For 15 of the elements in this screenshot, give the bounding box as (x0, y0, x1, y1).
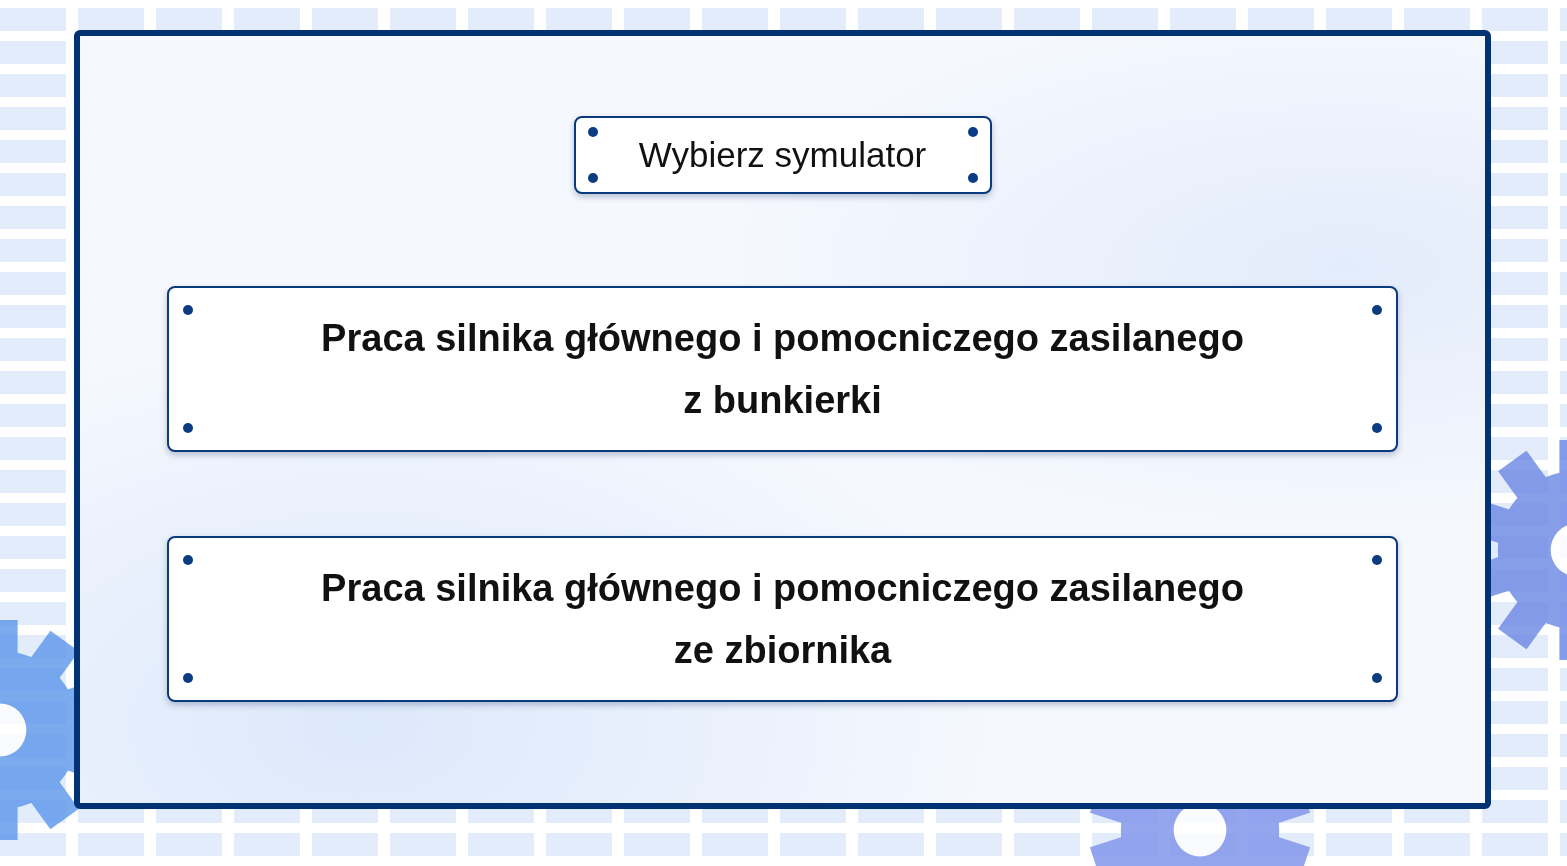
screw-icon (183, 305, 193, 315)
screw-icon (967, 173, 978, 183)
screw-icon (1372, 673, 1382, 683)
screw-icon (183, 673, 193, 683)
screw-icon (967, 127, 978, 137)
simulator-option-button[interactable]: Praca silnika głównego i pomocniczego zasilanego z bunkierki (167, 286, 1398, 452)
screw-icon (1372, 555, 1382, 565)
screw-icon (183, 423, 193, 433)
screw-icon (1372, 423, 1382, 433)
screw-icon (587, 127, 598, 137)
screw-icon (587, 173, 598, 183)
screw-icon (1372, 305, 1382, 315)
screw-icon (183, 555, 193, 565)
title-text: Wybierz symulator (638, 135, 927, 175)
simulator-option-button[interactable]: Praca silnika głównego i pomocniczego zasilanego ze zbiornika (167, 536, 1398, 702)
